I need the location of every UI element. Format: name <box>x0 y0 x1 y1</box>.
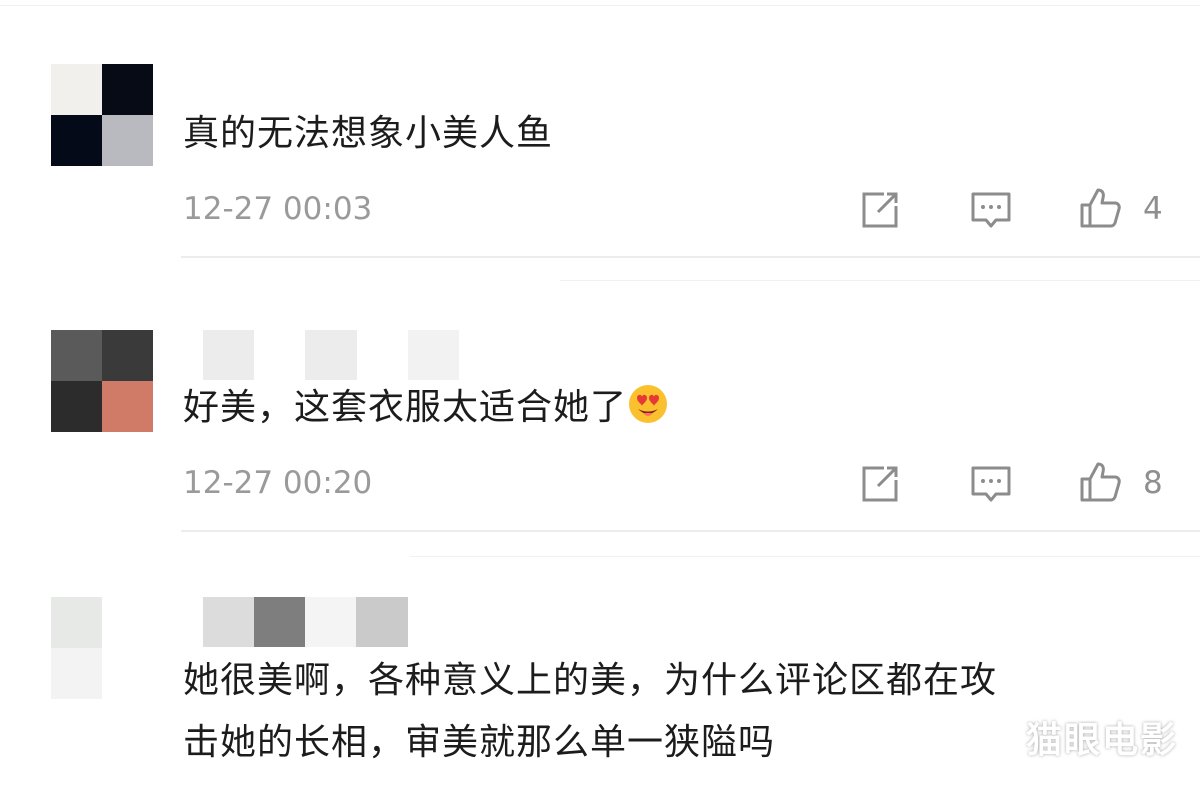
comment-timestamp: 12-27 00:03 <box>183 191 373 227</box>
section-divider <box>410 556 1200 557</box>
like-count: 8 <box>1143 465 1163 501</box>
like-icon[interactable] <box>1078 460 1122 504</box>
avatar[interactable] <box>51 330 153 432</box>
comment-divider <box>181 530 1200 532</box>
heart-eyes-emoji <box>629 385 668 423</box>
reply-icon[interactable] <box>969 462 1013 506</box>
reply-icon[interactable] <box>969 188 1013 232</box>
section-divider <box>560 280 1200 281</box>
watermark-logo: 猫眼电影 <box>1025 720 1178 761</box>
comment-text: 真的无法想象小美人鱼 <box>183 113 554 154</box>
share-icon[interactable] <box>858 188 902 232</box>
comment-divider <box>181 256 1200 258</box>
avatar[interactable] <box>51 597 153 699</box>
avatar[interactable] <box>51 64 153 166</box>
share-icon[interactable] <box>858 462 902 506</box>
like-icon[interactable] <box>1078 186 1122 230</box>
comment-text: 她很美啊，各种意义上的美，为什么评论区都在攻 击她的长相，审美就那么单一狭隘吗 <box>183 650 997 774</box>
comment-text-line: 击她的长相，审美就那么单一狭隘吗 <box>183 722 776 763</box>
top-divider <box>0 5 1200 6</box>
like-count: 4 <box>1143 191 1163 227</box>
comment-text-content: 好美，这套衣服太适合她了 <box>183 387 628 428</box>
comment-text: 好美，这套衣服太适合她了 <box>183 377 669 439</box>
comment-text-line: 她很美啊，各种意义上的美，为什么评论区都在攻 <box>183 660 998 701</box>
comment-timestamp: 12-27 00:20 <box>183 465 373 501</box>
